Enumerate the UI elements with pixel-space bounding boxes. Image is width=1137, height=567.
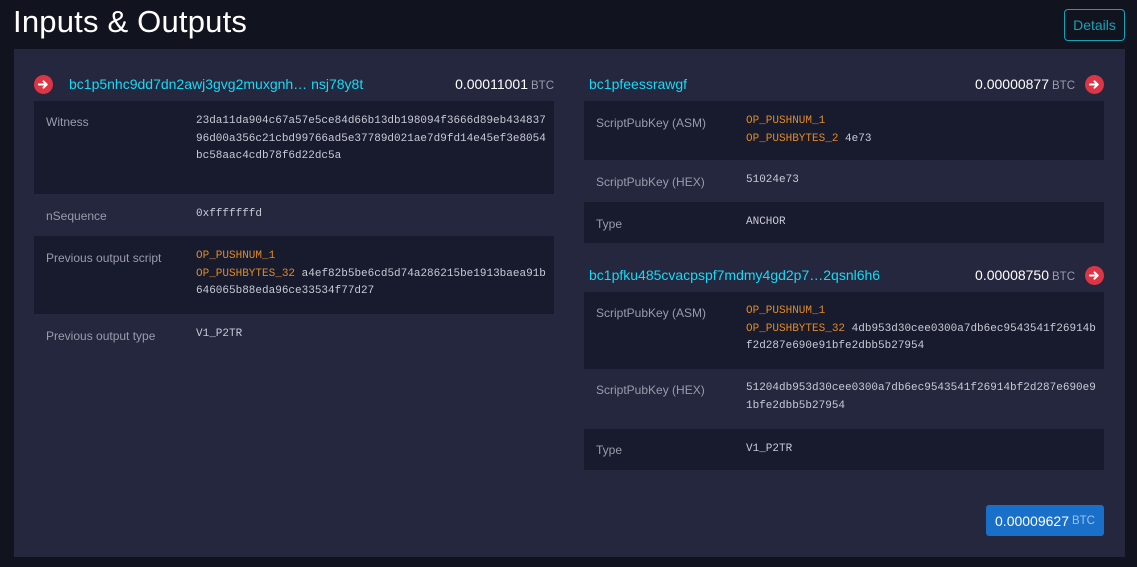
prev-type-value: V1_P2TR <box>196 328 243 340</box>
output-header: bc1pfku485cvacpspf7mdmy4gd2p7…2qsnl6h6 0… <box>584 264 1104 286</box>
prev-type-label: Previous output type <box>46 329 156 343</box>
witness-row: Witness 23da11da904c67a57e5ce84d66b13db1… <box>34 101 554 194</box>
total-amount-badge: 0.00009627 BTC <box>986 505 1104 536</box>
opcode: OP_PUSHNUM_1 <box>746 305 826 317</box>
opcode: OP_PUSHBYTES_32 <box>746 322 846 335</box>
opcode: OP_PUSHBYTES_2 <box>746 132 839 145</box>
nsequence-value: 0xfffffffd <box>196 208 263 220</box>
arrow-right-circle-icon[interactable] <box>34 74 53 94</box>
script-data: 4e73 <box>845 132 872 145</box>
details-button[interactable]: Details <box>1064 9 1125 41</box>
asm-row: ScriptPubKey (ASM) OP_PUSHNUM_1 OP_PUSHB… <box>584 292 1104 369</box>
type-value: ANCHOR <box>746 216 786 228</box>
output-address-link[interactable]: bc1pfku485cvacpspf7mdmy4gd2p7…2qsnl6h6 <box>589 267 880 283</box>
output-amount: 0.00008750 BTC <box>975 267 1075 283</box>
type-row: Type V1_P2TR <box>584 429 1104 470</box>
type-label: Type <box>596 443 623 457</box>
hex-value: 51024e73 <box>746 174 799 186</box>
output-header: bc1pfeessrawgf 0.00000877 BTC <box>584 73 1104 95</box>
witness-value: 23da11da904c67a57e5ce84d66b13db198094f36… <box>196 115 546 162</box>
nsequence-label: nSequence <box>46 209 107 223</box>
opcode: OP_PUSHNUM_1 <box>196 250 276 262</box>
hex-label: ScriptPubKey (HEX) <box>596 175 705 189</box>
prev-script-label: Previous output script <box>46 251 162 265</box>
asm-value: OP_PUSHNUM_1 OP_PUSHBYTES_2 4e73 <box>746 113 1096 148</box>
output-amount: 0.00000877 BTC <box>975 76 1075 92</box>
prev-script-row: Previous output script OP_PUSHNUM_1 OP_P… <box>34 236 554 314</box>
hex-value: 51204db953d30cee0300a7db6ec9543541f26914… <box>746 382 1096 412</box>
nsequence-row: nSequence 0xfffffffd <box>34 194 554 236</box>
hex-row: ScriptPubKey (HEX) 51024e73 <box>584 160 1104 202</box>
type-label: Type <box>596 217 623 231</box>
asm-label: ScriptPubKey (ASM) <box>596 306 707 320</box>
page-title: Inputs & Outputs <box>13 4 248 39</box>
arrow-right-circle-icon[interactable] <box>1085 265 1104 285</box>
prev-type-row: Previous output type V1_P2TR <box>34 314 554 356</box>
witness-label: Witness <box>46 115 89 129</box>
hex-row: ScriptPubKey (HEX) 51204db953d30cee0300a… <box>584 369 1104 429</box>
asm-value: OP_PUSHNUM_1 OP_PUSHBYTES_32 4db953d30ce… <box>746 303 1096 356</box>
input-amount: 0.00011001 BTC <box>455 76 554 92</box>
input-header: bc1p5nhc9dd7dn2awj3gvg2muxgnh… nsj78y8t … <box>34 73 554 95</box>
asm-row: ScriptPubKey (ASM) OP_PUSHNUM_1 OP_PUSHB… <box>584 101 1104 160</box>
opcode: OP_PUSHNUM_1 <box>746 115 826 127</box>
type-row: Type ANCHOR <box>584 202 1104 243</box>
input-address-link[interactable]: bc1p5nhc9dd7dn2awj3gvg2muxgnh… nsj78y8t <box>69 76 363 92</box>
prev-script-value: OP_PUSHNUM_1 OP_PUSHBYTES_32 a4ef82b5be6… <box>196 248 546 301</box>
output-address-link[interactable]: bc1pfeessrawgf <box>589 76 687 92</box>
inputs-outputs-panel: bc1p5nhc9dd7dn2awj3gvg2muxgnh… nsj78y8t … <box>14 49 1125 557</box>
type-value: V1_P2TR <box>746 443 793 455</box>
arrow-right-circle-icon[interactable] <box>1085 74 1104 94</box>
asm-label: ScriptPubKey (ASM) <box>596 116 707 130</box>
opcode: OP_PUSHBYTES_32 <box>196 267 296 280</box>
hex-label: ScriptPubKey (HEX) <box>596 383 705 397</box>
